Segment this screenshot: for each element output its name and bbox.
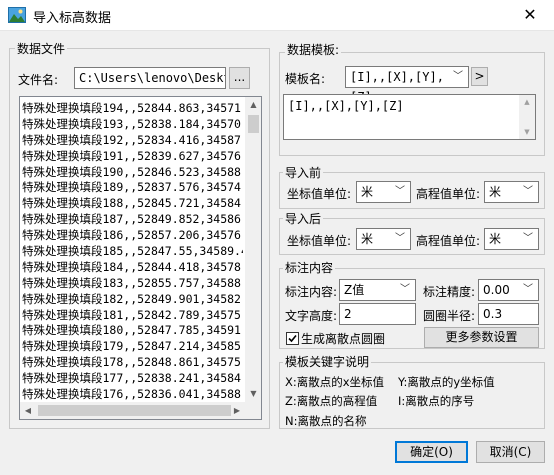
before-coord-unit-value: 米 (361, 185, 374, 199)
close-icon[interactable]: ✕ (512, 3, 548, 27)
checkmark-icon (288, 334, 297, 343)
more-params-button[interactable]: 更多参数设置 (424, 327, 539, 348)
scroll-down-icon[interactable]: ▼ (519, 125, 535, 139)
list-item[interactable]: 特殊处理换填段185,,52847.55,34589.414 (20, 243, 243, 259)
after-import-group-title: 导入后 (283, 210, 324, 227)
annotation-precision-value: 0.00 (483, 283, 510, 297)
scroll-up-icon[interactable]: ▲ (245, 97, 261, 113)
keyword-z-desc: Z:离散点的高程值 (285, 394, 378, 408)
annotation-content-value: Z值 (344, 283, 365, 297)
vertical-scrollbar[interactable]: ▲ ▼ (245, 97, 261, 402)
template-content-textarea[interactable]: [I],,[X],[Y],[Z] (283, 94, 536, 140)
list-item[interactable]: 特殊处理换填段183,,52855.757,34588.38 (20, 275, 243, 291)
after-elev-unit-dropdown[interactable]: 米 ﹀ (484, 228, 539, 250)
after-elev-unit-label: 高程值单位: (416, 234, 481, 248)
list-item[interactable]: 特殊处理换填段178,,52848.861,34575.65 (20, 354, 243, 370)
template-expand-button[interactable]: > (471, 67, 488, 86)
scroll-up-icon[interactable]: ▲ (519, 95, 535, 109)
template-textarea-scrollbar[interactable]: ▲ ▼ (519, 95, 535, 139)
list-item[interactable]: 特殊处理换填段181,,52842.789,34575.81 (20, 307, 243, 323)
list-item[interactable]: 特殊处理换填段192,,52834.416,34587.10 (20, 132, 243, 148)
text-height-label: 文字高度: (285, 309, 338, 323)
horizontal-scroll-thumb[interactable] (38, 405, 231, 416)
list-item[interactable]: 特殊处理换填段186,,52857.206,34576.36 (20, 227, 243, 243)
data-file-group-title: 数据文件 (15, 40, 68, 57)
gen-circle-label[interactable]: 生成离散点圆圈 (301, 330, 385, 347)
horizontal-scrollbar[interactable]: ◀ ▶ (20, 402, 245, 419)
browse-button[interactable]: ... (229, 67, 250, 89)
circle-radius-input[interactable]: 0.3 (478, 303, 539, 325)
chevron-down-icon: ﹀ (523, 186, 533, 197)
keyword-x-desc: X:离散点的x坐标值 (285, 375, 385, 389)
vertical-scroll-thumb[interactable] (248, 115, 259, 133)
annotation-precision-dropdown[interactable]: 0.00 ﹀ (478, 279, 539, 301)
template-group-title: 数据模板: (285, 41, 342, 58)
before-import-group-title: 导入前 (283, 164, 324, 181)
app-image-icon (8, 7, 26, 23)
template-name-dropdown[interactable]: [I],,[X],[Y],[Z] ﹀ (345, 66, 469, 104)
list-item[interactable]: 特殊处理换填段179,,52847.214,34585.38 (20, 338, 243, 354)
scroll-down-icon[interactable]: ▼ (245, 386, 261, 402)
before-coord-unit-label: 坐标值单位: (287, 187, 352, 201)
before-coord-unit-dropdown[interactable]: 米 ﹀ (356, 181, 411, 203)
keyword-y-desc: Y:离散点的y坐标值 (398, 375, 495, 389)
list-item[interactable]: 特殊处理换填段184,,52844.418,34578.90 (20, 259, 243, 275)
list-item[interactable]: 特殊处理换填段180,,52847.785,34591.77 (20, 322, 243, 338)
chevron-down-icon: ﹀ (395, 233, 405, 244)
scrollbar-corner (245, 402, 261, 419)
scroll-left-icon[interactable]: ◀ (20, 402, 36, 419)
cancel-button[interactable]: 取消(C) (476, 441, 545, 463)
after-coord-unit-value: 米 (361, 232, 374, 246)
list-item[interactable]: 特殊处理换填段191,,52839.627,34576.05 (20, 148, 243, 164)
keyword-i-desc: I:离散点的序号 (398, 394, 475, 408)
annotation-precision-label: 标注精度: (423, 285, 476, 299)
list-item[interactable]: 特殊处理换填段194,,52844.863,34571.50 (20, 100, 243, 116)
after-coord-unit-dropdown[interactable]: 米 ﹀ (356, 228, 411, 250)
keywords-group-title: 模板关键字说明 (283, 353, 372, 370)
chevron-down-icon: ﹀ (453, 71, 463, 82)
gen-circle-checkbox[interactable] (286, 332, 299, 345)
list-item[interactable]: 特殊处理换填段182,,52849.901,34582.05 (20, 291, 243, 307)
before-elev-unit-value: 米 (489, 185, 502, 199)
data-preview-list[interactable]: 特殊处理换填段194,,52844.863,34571.50 特殊处理换填段193… (19, 96, 262, 420)
after-coord-unit-label: 坐标值单位: (287, 234, 352, 248)
file-name-label: 文件名: (18, 73, 59, 87)
ok-button[interactable]: 确定(O) (395, 441, 468, 463)
before-elev-unit-dropdown[interactable]: 米 ﹀ (484, 181, 539, 203)
circle-radius-label: 圆圈半径: (423, 309, 476, 323)
list-item[interactable]: 特殊处理换填段193,,52838.184,34570.39 (20, 116, 243, 132)
chevron-down-icon: ﹀ (523, 233, 533, 244)
chevron-down-icon: ﹀ (395, 186, 405, 197)
list-item[interactable]: 特殊处理换填段188,,52845.721,34584.84 (20, 195, 243, 211)
scroll-right-icon[interactable]: ▶ (229, 402, 245, 419)
annotation-content-label: 标注内容: (285, 285, 338, 299)
text-height-input[interactable]: 2 (339, 303, 416, 325)
list-item[interactable]: 特殊处理换填段187,,52849.852,34586.85 (20, 211, 243, 227)
before-elev-unit-label: 高程值单位: (416, 187, 481, 201)
list-item[interactable]: 特殊处理换填段176,,52836.041,34588.94 (20, 386, 243, 402)
annotation-content-dropdown[interactable]: Z值 ﹀ (339, 279, 416, 301)
list-item[interactable]: 特殊处理换填段189,,52837.576,34574.77 (20, 179, 243, 195)
list-item[interactable]: 特殊处理换填段190,,52846.523,34588.52 (20, 164, 243, 180)
annotation-group-title: 标注内容 (283, 259, 336, 276)
window-title: 导入标高数据 (33, 11, 112, 26)
list-item[interactable]: 特殊处理换填段177,,52838.241,34584.16 (20, 370, 243, 386)
file-name-input[interactable]: C:\Users\lenovo\Desktop\ (74, 67, 226, 89)
template-name-label: 模板名: (285, 72, 326, 86)
after-elev-unit-value: 米 (489, 232, 502, 246)
chevron-down-icon: ﹀ (523, 284, 533, 295)
keyword-n-desc: N:离散点的名称 (285, 414, 367, 428)
chevron-down-icon: ﹀ (400, 284, 410, 295)
